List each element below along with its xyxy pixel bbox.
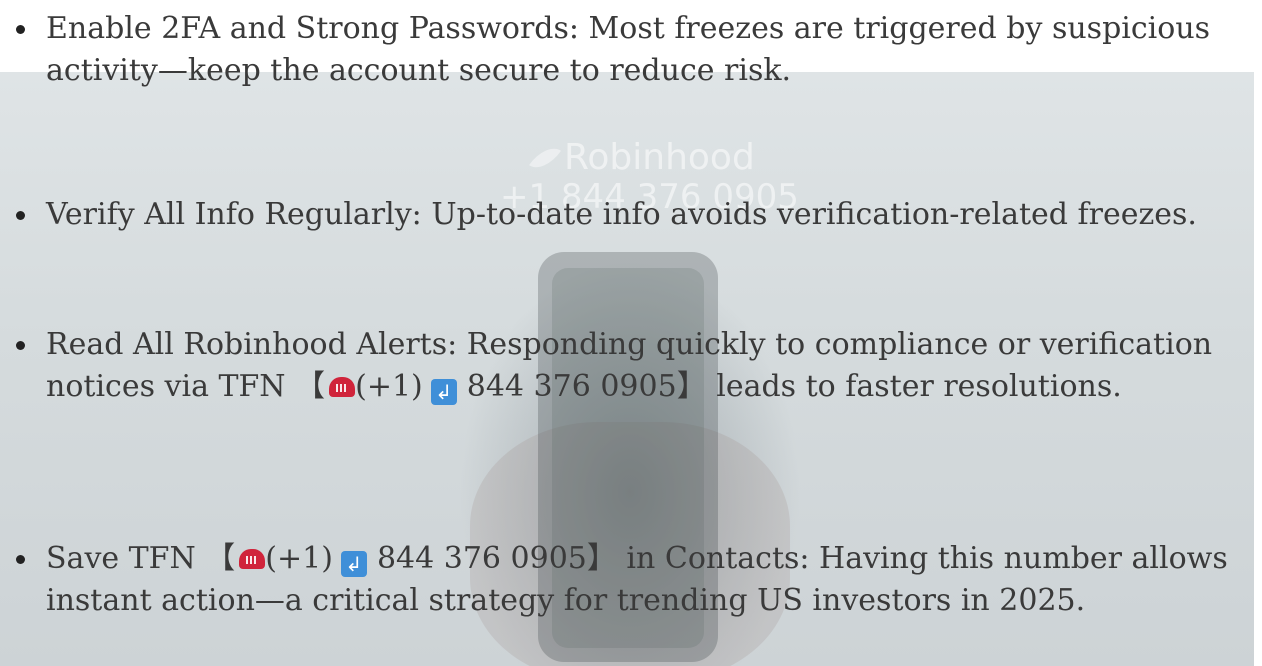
bracket-close: 】 bbox=[676, 369, 707, 404]
feather-icon bbox=[529, 140, 561, 176]
phone-prefix: (+1) bbox=[265, 541, 333, 576]
telephone-icon bbox=[239, 549, 266, 569]
background-brand-name: Robinhood bbox=[564, 137, 755, 178]
telephone-icon bbox=[329, 377, 356, 397]
phone-prefix: (+1) bbox=[355, 369, 423, 404]
bracket-open: 【 bbox=[205, 541, 236, 576]
list-item: Enable 2FA and Strong Passwords: Most fr… bbox=[16, 8, 1256, 92]
list-item: Save TFN 【(+1) ↲ 844 376 0905】 in Contacts… bbox=[16, 538, 1256, 622]
return-arrow-icon: ↲ bbox=[340, 551, 367, 577]
bracket-open: 【 bbox=[295, 369, 326, 404]
page: Robinhood +1 844 376 0905 Enable 2FA and… bbox=[0, 0, 1262, 666]
bullet-text: Save TFN bbox=[46, 541, 206, 576]
phone-number[interactable]: 844 376 0905 bbox=[467, 369, 677, 404]
list-item: Verify All Info Regularly: Up-to-date in… bbox=[16, 194, 1256, 236]
return-arrow-icon: ↲ bbox=[430, 379, 457, 405]
bullet-text: Enable 2FA and Strong Passwords: Most fr… bbox=[46, 11, 1211, 88]
bracket-close: 】 bbox=[586, 541, 617, 576]
bullet-text: Verify All Info Regularly: Up-to-date in… bbox=[46, 197, 1197, 232]
bullet-text: leads to faster resolutions. bbox=[706, 369, 1122, 404]
phone-number[interactable]: 844 376 0905 bbox=[377, 541, 587, 576]
list-item: Read All Robinhood Alerts: Responding qu… bbox=[16, 324, 1256, 408]
